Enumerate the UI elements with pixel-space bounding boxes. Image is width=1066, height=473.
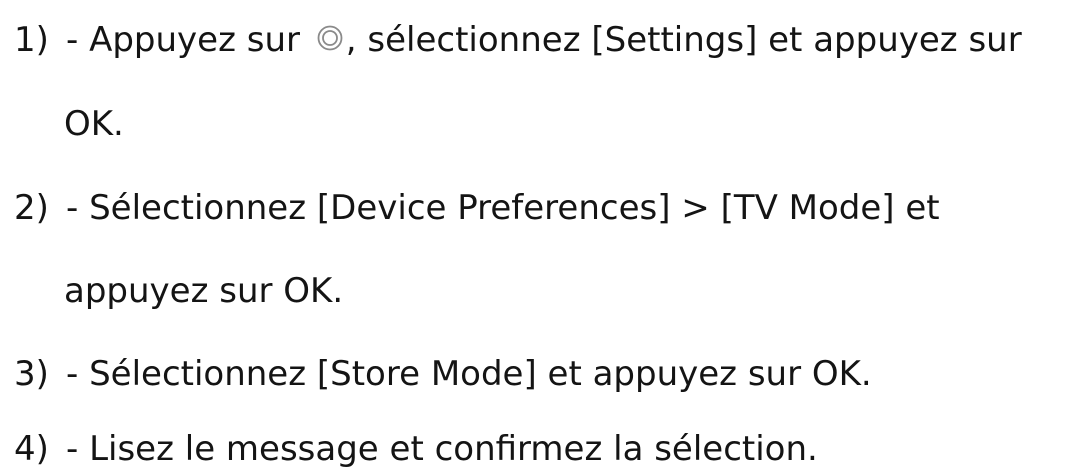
step-2-line-2: appuyez sur OK. bbox=[0, 267, 343, 315]
step-1-number: 1) bbox=[14, 20, 49, 60]
step-3-line-1: 3) - Sélectionnez [Store Mode] et appuyez… bbox=[0, 350, 872, 398]
step-1-line-1: 1) - Appuyez sur , sélectionnez [Settings… bbox=[0, 16, 1022, 64]
step-2-text: - Sélectionnez [Device Preferences] > [T… bbox=[66, 188, 940, 228]
step-1-line-2: OK. bbox=[0, 100, 124, 148]
step-2-number: 2) bbox=[14, 188, 49, 228]
step-1-continuation: OK. bbox=[64, 104, 124, 144]
step-4-line-1: 4) - Lisez le message et confirmez la sél… bbox=[0, 425, 818, 473]
step-4-number: 4) bbox=[14, 429, 49, 469]
step-3-text: - Sélectionnez [Store Mode] et appuyez s… bbox=[66, 354, 872, 394]
step-4-text: - Lisez le message et confirmez la sélec… bbox=[66, 429, 818, 469]
step-3-number: 3) bbox=[14, 354, 49, 394]
step-2-continuation: appuyez sur OK. bbox=[64, 271, 344, 311]
step-1-text-after-icon: , sélectionnez [Settings] et appuyez sur bbox=[345, 20, 1022, 60]
home-circle-icon bbox=[315, 23, 345, 53]
step-1-text-before-icon: - Appuyez sur bbox=[66, 20, 311, 60]
step-2-line-1: 2) - Sélectionnez [Device Preferences] > … bbox=[0, 184, 940, 232]
